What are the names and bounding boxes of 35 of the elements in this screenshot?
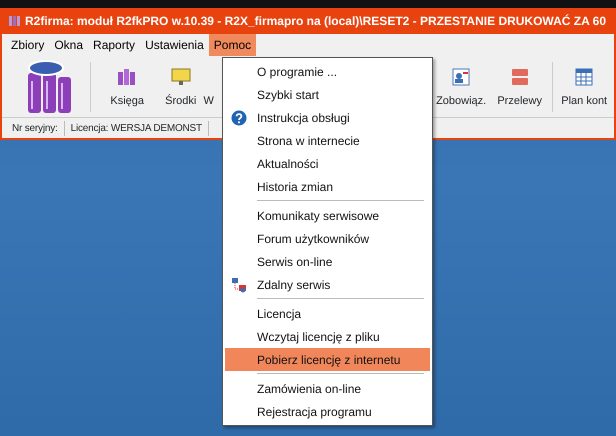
menu-item[interactable]: Raporty — [88, 34, 140, 56]
status-field: Licencja: WERSJA DEMONST — [64, 120, 209, 136]
menu-item[interactable]: Forum użytkowników — [225, 227, 430, 250]
menu-item[interactable]: O programie ... — [225, 60, 430, 83]
toolbar-button[interactable]: Księga — [96, 56, 158, 117]
menu-item[interactable]: Szybki start — [225, 83, 430, 106]
menu-item[interactable]: Instrukcja obsługi — [225, 106, 430, 129]
menu-item[interactable]: Pomoc — [208, 34, 256, 56]
menu-item[interactable]: Zbiory — [6, 34, 50, 56]
toolbar-button[interactable]: W — [204, 56, 216, 117]
menu-item[interactable]: Zdalny serwis — [225, 273, 430, 296]
toolbar-button[interactable]: Przelewy — [492, 56, 548, 117]
monitor-icon — [170, 66, 192, 86]
status-field: Nr seryjny: — [6, 120, 65, 136]
network-icon — [231, 277, 247, 293]
help-icon — [231, 110, 247, 126]
table-icon — [573, 66, 596, 86]
menu-item[interactable]: Licencja — [225, 302, 430, 325]
menu-item[interactable]: Okna — [49, 34, 88, 56]
toolbar-button[interactable]: Plan kont — [558, 56, 610, 117]
menu-item[interactable]: Aktualności — [225, 152, 430, 175]
menu-item[interactable]: Rejestracja programu — [225, 400, 430, 423]
contact-card-icon — [450, 66, 472, 86]
menu-item[interactable]: Wczytaj licencję z pliku — [225, 325, 430, 348]
app-icon — [8, 15, 22, 27]
toolbar-button[interactable]: Zobowiąz. — [430, 56, 492, 117]
menu-item[interactable]: Zamówienia on-line — [225, 377, 430, 400]
toolbar-button[interactable]: Środki — [158, 56, 204, 117]
menu-item[interactable]: Strona w internecie — [225, 129, 430, 152]
menu-item[interactable]: Pobierz licencję z internetu — [225, 348, 430, 371]
menu-item[interactable]: Komunikaty serwisowe — [225, 204, 430, 227]
window-title: R2firma: moduł R2fkPRO w.10.39 - R2X_firmapro na (local)\RESET2 - PRZESTANIE DRUKOWAĆ ZA 60 — [25, 13, 606, 30]
menu-item[interactable]: Serwis on-line — [225, 250, 430, 273]
menu-item[interactable]: Historia zmian — [225, 175, 430, 198]
menu-item[interactable]: Ustawienia — [140, 34, 209, 56]
